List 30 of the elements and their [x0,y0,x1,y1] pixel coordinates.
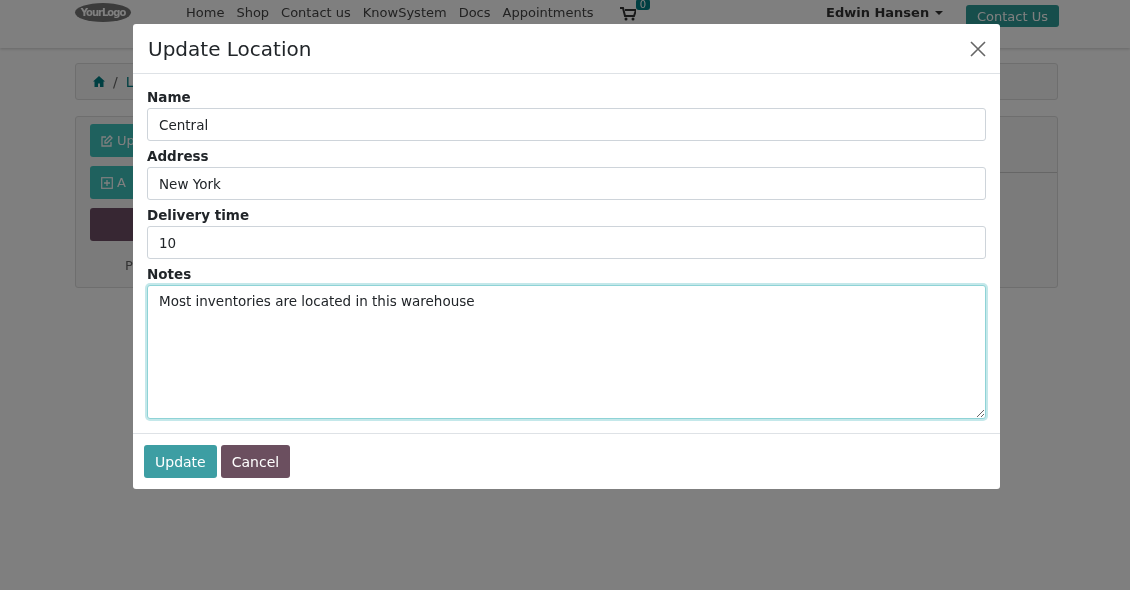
input-field[interactable]: Central [147,108,986,141]
nav-link[interactable]: Home [186,5,225,20]
close-icon[interactable] [970,40,986,57]
home-icon[interactable] [93,76,105,87]
modal-title: Update Location [148,36,312,61]
field-label: Delivery time [147,208,251,222]
update-button[interactable]: Update [144,445,217,478]
nav-link[interactable]: Contact us [281,5,351,20]
breadcrumb-link[interactable]: L [125,73,134,90]
nav-link[interactable]: Docs [458,5,491,20]
field-label: Name [147,90,192,104]
logo[interactable]: YourLogo [75,3,131,22]
breadcrumb-separator: / [113,73,118,90]
nav-link[interactable]: Appointments [502,5,594,20]
notes-field[interactable]: Most inventories are located in this warehouse [147,285,986,419]
contact-button[interactable]: Contact Us [966,5,1059,27]
field-label: Notes [147,267,193,281]
cart-count-badge: 0 [635,0,650,10]
user-menu[interactable]: Edwin Hansen [826,3,944,20]
cart-icon[interactable] [619,7,636,21]
nav-link[interactable]: Shop [236,5,270,20]
nav-link[interactable]: KnowSystem [362,5,447,20]
field-label: Address [147,149,210,163]
input-field[interactable]: 10 [147,226,986,259]
input-field[interactable]: New York [147,167,986,200]
caret-icon [935,10,944,15]
edit-icon [101,134,113,147]
cancel-button[interactable]: Cancel [220,445,291,478]
side-footer-text: P [124,258,134,273]
plus-square-icon [101,176,113,189]
